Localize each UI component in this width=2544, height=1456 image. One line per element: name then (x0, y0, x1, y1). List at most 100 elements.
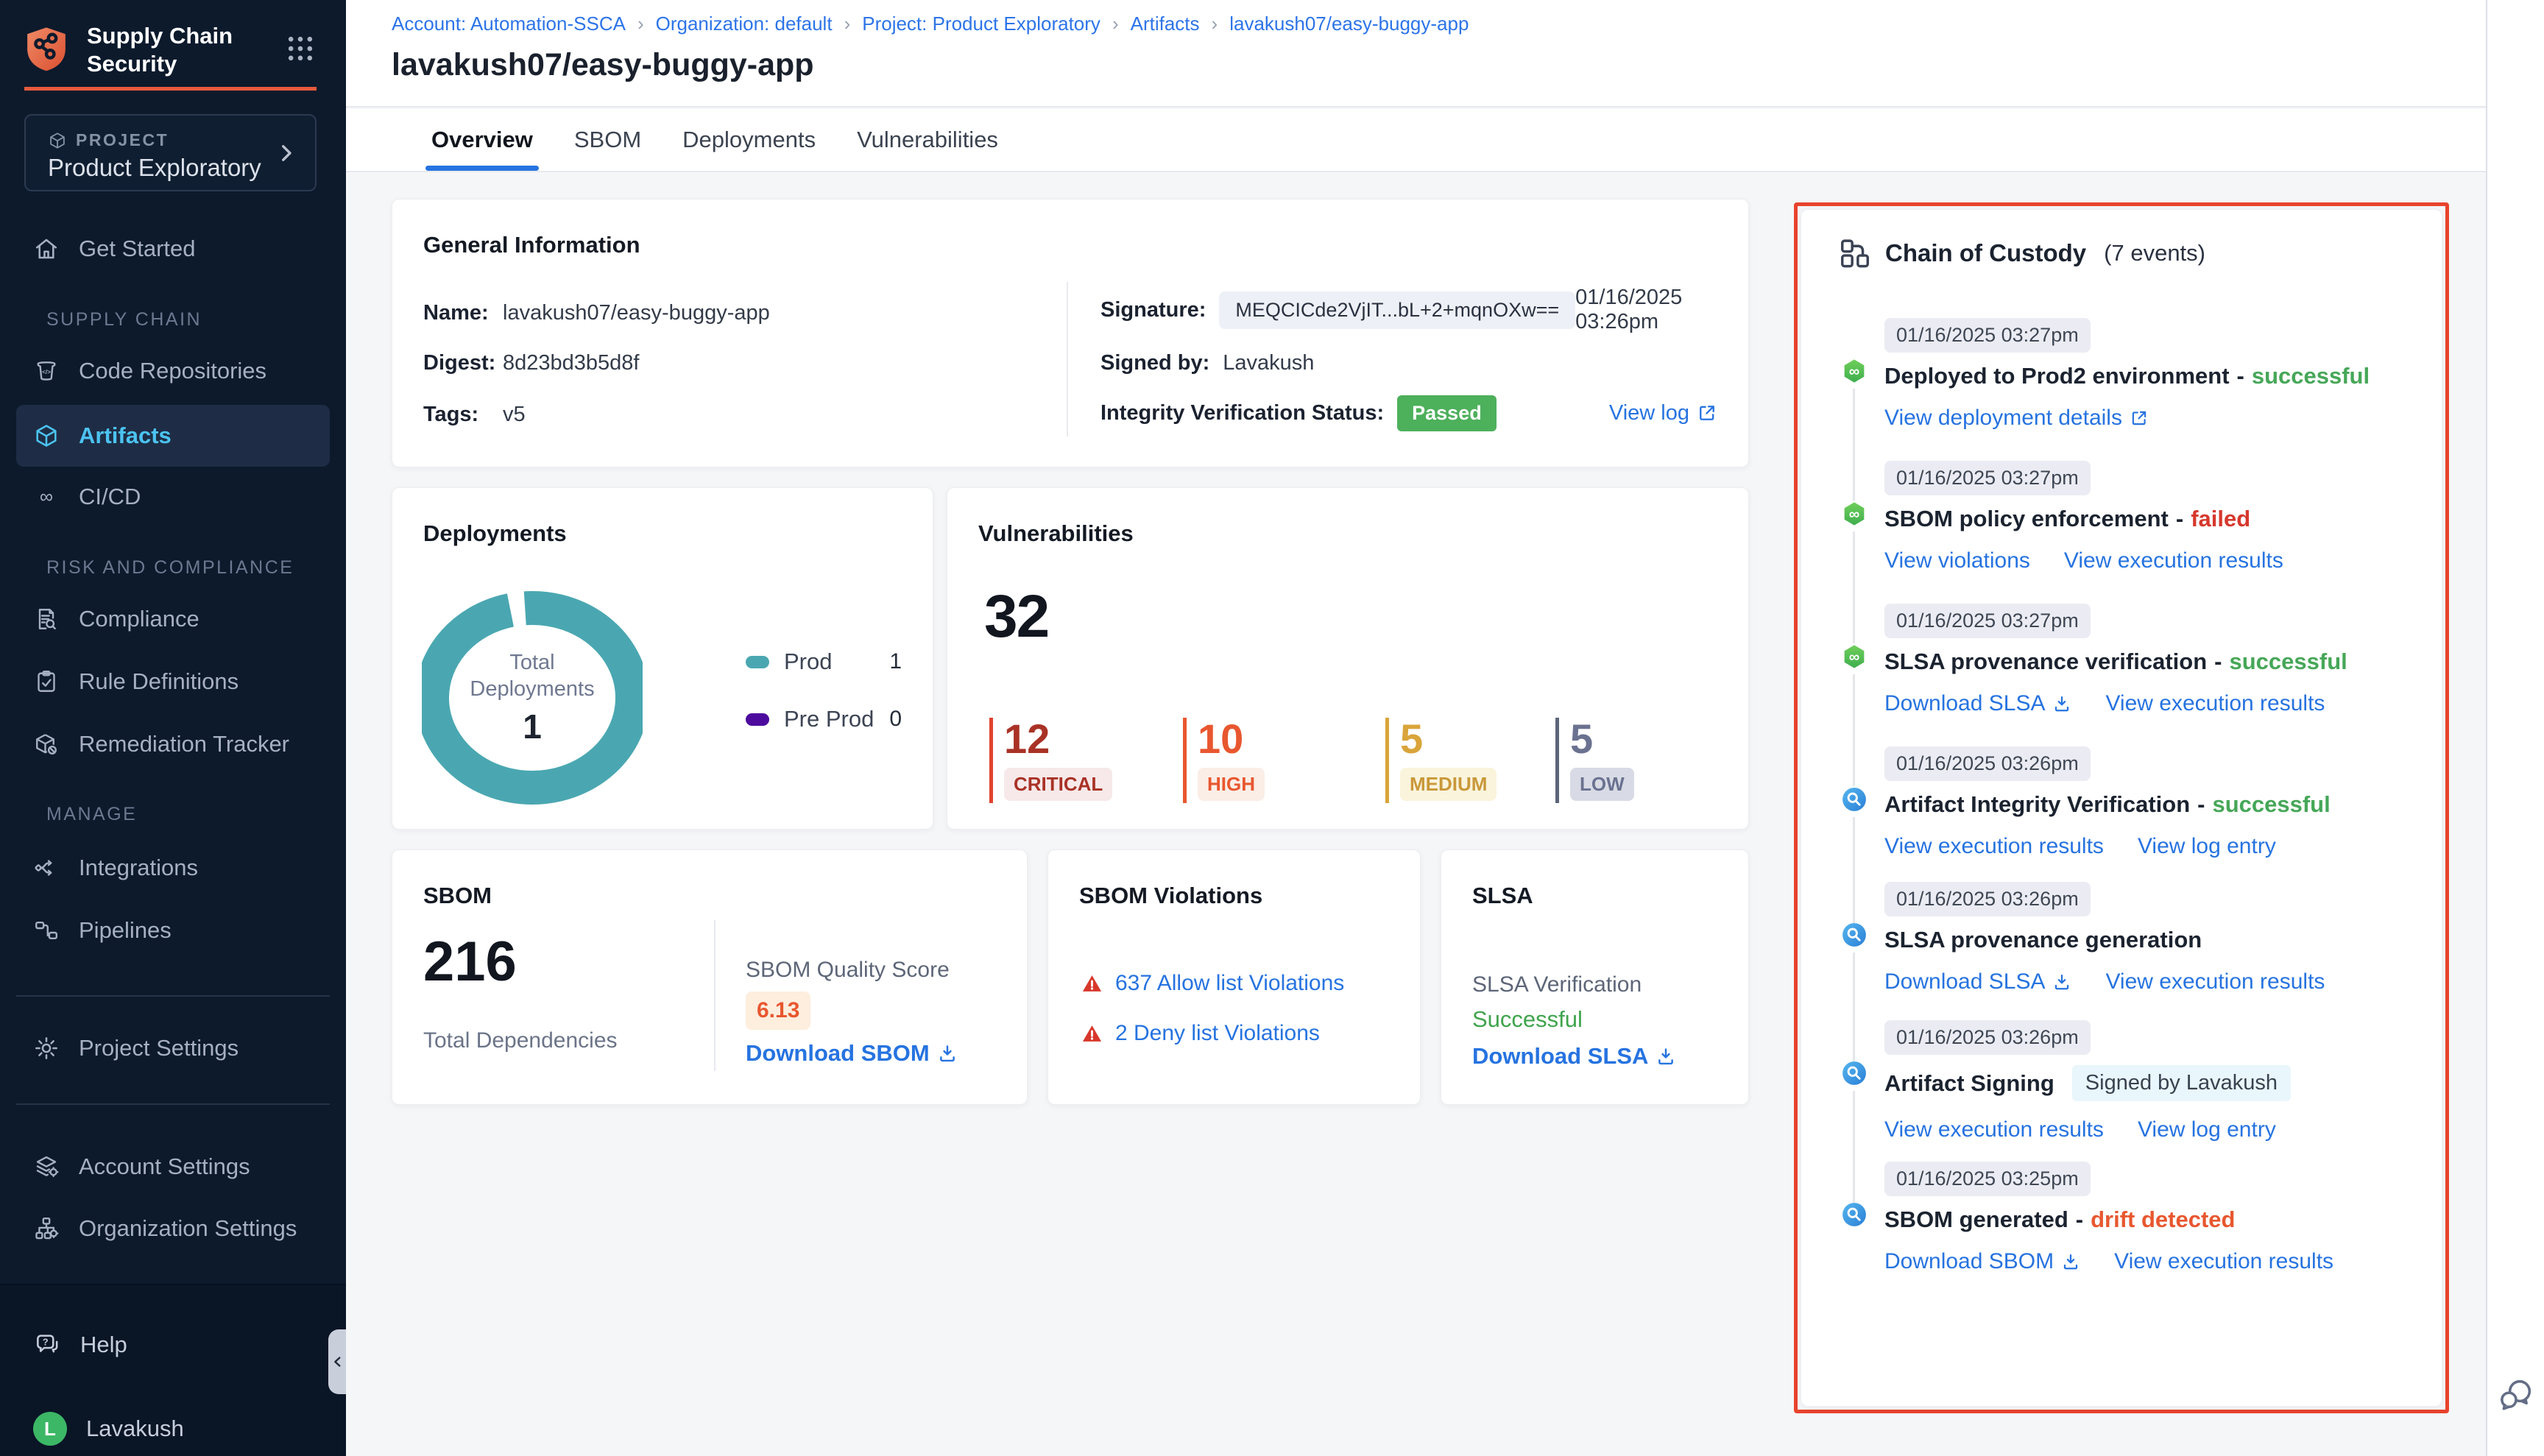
breadcrumb: Account: Automation-SSCA › Organization:… (392, 13, 1469, 35)
medium-count: 5 (1400, 718, 1497, 760)
signature-label: Signature: (1100, 298, 1206, 322)
sidebar-collapse-handle[interactable] (328, 1329, 347, 1394)
section-label-manage: MANAGE (46, 804, 137, 826)
tab-vulnerabilities[interactable]: Vulnerabilities (854, 109, 1001, 171)
sidebar-item-compliance[interactable]: Compliance (0, 591, 346, 647)
section-label-supply-chain: SUPPLY CHAIN (46, 309, 202, 331)
view-execution-results-link[interactable]: View execution results (1884, 834, 2104, 859)
view-execution-results-link[interactable]: View execution results (2105, 969, 2325, 994)
sidebar-item-artifacts[interactable]: Artifacts (16, 405, 330, 467)
tab-deployments[interactable]: Deployments (679, 109, 819, 171)
sidebar-item-label: CI/CD (79, 484, 141, 510)
infinity-icon (33, 484, 60, 510)
custody-event-sbom-generated: 01/16/2025 03:25pm SBOM generated-drift … (1831, 1162, 2421, 1274)
severity-critical: 12 CRITICAL (989, 718, 1112, 803)
scan-circle-icon (1841, 1201, 1868, 1228)
card-title: General Information (423, 232, 640, 258)
sidebar-item-remediation-tracker[interactable]: Remediation Tracker (0, 716, 346, 772)
tab-overview[interactable]: Overview (428, 109, 536, 171)
deny-list-violations-link[interactable]: 2 Deny list Violations (1115, 1021, 1320, 1046)
breadcrumb-current[interactable]: lavakush07/easy-buggy-app (1229, 13, 1469, 35)
sidebar-divider (16, 1103, 330, 1105)
sidebar-item-rule-definitions[interactable]: Rule Definitions (0, 654, 346, 710)
event-timestamp: 01/16/2025 03:26pm (1884, 746, 2091, 781)
signature-value[interactable]: MEQCICde2VjIT...bL+2+mqnOXw== (1219, 291, 1575, 329)
medium-badge: MEDIUM (1400, 768, 1497, 801)
project-selector[interactable]: PROJECT Product Exploratory (24, 114, 317, 191)
breadcrumb-project[interactable]: Project: Product Exploratory (862, 13, 1100, 35)
event-status: successful (2252, 363, 2370, 389)
sidebar-item-project-settings[interactable]: Project Settings (0, 1020, 346, 1076)
pre-prod-swatch (746, 713, 769, 726)
card-title: SBOM Violations (1079, 883, 1262, 909)
help-button[interactable]: Help (33, 1331, 127, 1359)
view-violations-link[interactable]: View violations (1884, 548, 2030, 573)
download-slsa-link[interactable]: Download SLSA (1884, 691, 2071, 716)
critical-badge: CRITICAL (1004, 768, 1112, 801)
sidebar-item-label: Get Started (79, 236, 196, 262)
legend-label: Prod (784, 649, 832, 675)
app-logo[interactable]: Supply Chain Security (22, 21, 233, 78)
signed-by-badge: Signed by Lavakush (2072, 1065, 2291, 1101)
legend-item-prod: Prod 1 (746, 644, 902, 679)
breadcrumb-organization[interactable]: Organization: default (656, 13, 833, 35)
sidebar-item-account-settings[interactable]: Account Settings (0, 1139, 346, 1195)
event-title: SBOM policy enforcement (1884, 506, 2169, 532)
user-menu[interactable]: L Lavakush (33, 1412, 184, 1446)
view-execution-results-link[interactable]: View execution results (1884, 1117, 2104, 1142)
content-area: General Information Name: lavakush07/eas… (346, 172, 2486, 1456)
card-title: Vulnerabilities (978, 520, 1134, 547)
share-icon (33, 855, 60, 881)
view-execution-results-link[interactable]: View execution results (2105, 691, 2325, 716)
chevron-right-icon (274, 141, 299, 166)
sidebar-item-get-started[interactable]: Get Started (0, 221, 346, 277)
download-slsa-link[interactable]: Download SLSA (1472, 1043, 1676, 1070)
name-label: Name: (423, 301, 503, 325)
tab-sbom[interactable]: SBOM (571, 109, 644, 171)
view-log-label: View log (1609, 401, 1689, 425)
view-execution-results-link[interactable]: View execution results (2064, 548, 2283, 573)
breadcrumb-account[interactable]: Account: Automation-SSCA (392, 13, 626, 35)
artifact-name: lavakush07/easy-buggy-app (503, 301, 770, 325)
custody-event-deployed-prod2: 01/16/2025 03:27pm Deployed to Prod2 env… (1831, 318, 2421, 431)
event-title: SBOM generated (1884, 1206, 2068, 1233)
layers-gear-icon (33, 1153, 60, 1180)
sidebar-item-pipelines[interactable]: Pipelines (0, 902, 346, 958)
chat-bubbles-icon[interactable] (2498, 1377, 2534, 1413)
download-slsa-link[interactable]: Download SLSA (1884, 969, 2071, 994)
sidebar-divider (16, 995, 330, 997)
sbom-quality-score-value: 6.13 (746, 992, 810, 1030)
warning-triangle-icon (1081, 973, 1103, 994)
sidebar-item-cicd[interactable]: CI/CD (0, 469, 346, 525)
warning-triangle-icon (1081, 1023, 1103, 1045)
download-sbom-link[interactable]: Download SBOM (746, 1040, 958, 1067)
deployments-legend: Prod 1 Pre Prod 0 (746, 644, 902, 759)
view-log-link[interactable]: View log (1609, 401, 1717, 425)
view-log-entry-link[interactable]: View log entry (2138, 834, 2276, 859)
sidebar-item-organization-settings[interactable]: Organization Settings (0, 1201, 346, 1257)
download-icon (1656, 1046, 1676, 1067)
view-execution-results-link[interactable]: View execution results (2114, 1249, 2333, 1274)
breadcrumb-artifacts[interactable]: Artifacts (1131, 13, 1200, 35)
sidebar-item-integrations[interactable]: Integrations (0, 840, 346, 896)
view-log-entry-link[interactable]: View log entry (2138, 1117, 2276, 1142)
code-repo-icon (33, 358, 60, 384)
view-deployment-details-link[interactable]: View deployment details (1884, 406, 2149, 431)
sidebar-item-code-repositories[interactable]: Code Repositories (0, 343, 346, 399)
user-name: Lavakush (86, 1416, 184, 1442)
project-name: Product Exploratory (48, 154, 261, 182)
event-timestamp: 01/16/2025 03:26pm (1884, 882, 2091, 916)
sidebar-item-label: Artifacts (79, 423, 172, 449)
allow-list-violations-link[interactable]: 637 Allow list Violations (1115, 971, 1344, 996)
sidebar-item-label: Project Settings (79, 1035, 239, 1061)
sidebar-item-label: Account Settings (79, 1153, 250, 1180)
download-sbom-link[interactable]: Download SBOM (1884, 1249, 2080, 1274)
severity-medium: 5 MEDIUM (1385, 718, 1497, 803)
deny-list-violations-row: 2 Deny list Violations (1081, 1021, 1320, 1046)
module-grid-icon[interactable] (284, 32, 317, 65)
signed-by-label: Signed by: (1100, 351, 1209, 375)
scan-circle-icon (1841, 786, 1868, 813)
document-search-icon (33, 606, 60, 632)
slsa-card: SLSA SLSA Verification Successful Downlo… (1441, 849, 1749, 1105)
prod-swatch (746, 656, 769, 668)
